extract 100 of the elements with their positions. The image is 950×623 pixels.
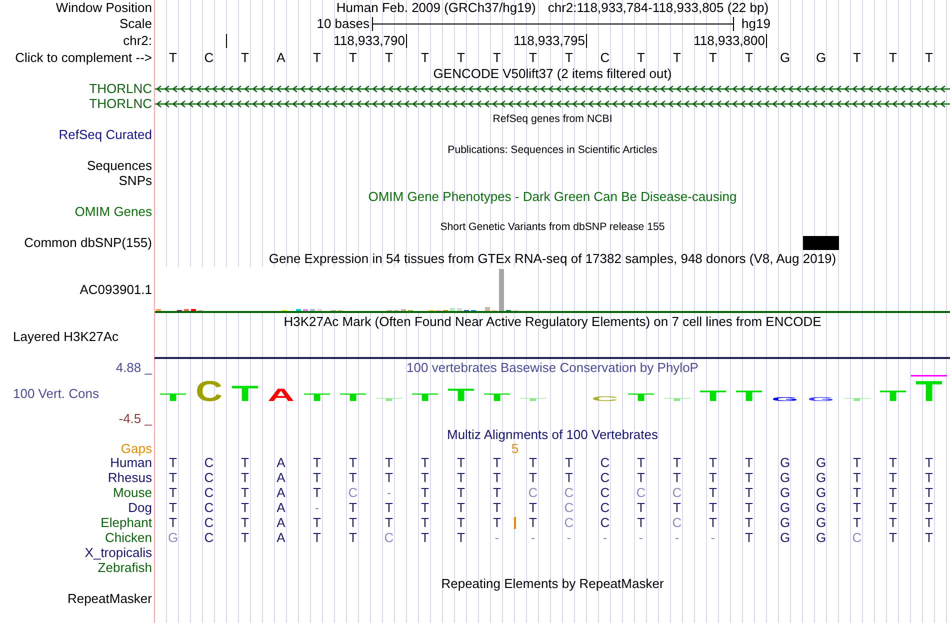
logo-letter: C xyxy=(196,376,228,408)
base-letter: T xyxy=(421,50,429,64)
base-letter: T xyxy=(745,531,753,544)
base-letter: T xyxy=(169,471,177,484)
base-letter: C xyxy=(600,456,610,469)
base-letter: T xyxy=(493,471,501,484)
base-letter: C xyxy=(600,471,610,484)
track-label[interactable]: RepeatMasker xyxy=(67,592,152,605)
assembly-title: Human Feb. 2009 (GRCh37/hg19) xyxy=(336,1,536,14)
complement-link[interactable]: Click to complement --> xyxy=(15,50,152,64)
base-letter: A xyxy=(276,471,286,484)
base-letter: T xyxy=(925,501,933,514)
base-letter: G xyxy=(816,471,826,484)
base-letter: A xyxy=(276,50,286,64)
base-letter: C xyxy=(600,486,610,499)
base-letter: T xyxy=(925,471,933,484)
track-label[interactable]: OMIM Genes xyxy=(74,205,152,218)
row-label: chr2: xyxy=(123,34,152,47)
track-label[interactable]: Rhesus xyxy=(108,471,152,484)
base-letter: T xyxy=(853,471,861,484)
base-letter: T xyxy=(673,50,681,64)
track-title[interactable]: H3K27Ac Mark (Often Found Near Active Regulatory Elements) on 7 cell lines from ENCODE xyxy=(284,314,822,328)
variant-block[interactable] xyxy=(803,236,839,250)
track-label[interactable]: Sequences xyxy=(86,159,152,172)
base-letter: T xyxy=(313,50,321,64)
base-letter: T xyxy=(457,501,465,514)
base-letter: C xyxy=(672,516,682,529)
base-letter: T xyxy=(673,501,681,514)
expression-bar[interactable] xyxy=(457,308,462,311)
track-title[interactable]: RefSeq genes from NCBI xyxy=(492,114,612,124)
track-label[interactable]: Common dbSNP(155) xyxy=(24,236,152,249)
expression-bar[interactable] xyxy=(450,308,455,311)
base-letter: T xyxy=(925,50,933,64)
track-label[interactable]: Dog xyxy=(128,501,152,514)
track-label[interactable]: Chicken xyxy=(105,531,152,544)
track-label[interactable]: THORLNC xyxy=(89,82,152,95)
gene-line[interactable] xyxy=(155,100,950,108)
track-title[interactable]: GENCODE V50lift37 (2 items filtered out) xyxy=(433,66,672,80)
scale-min-label: -4.5 _ xyxy=(118,412,152,425)
base-letter: T xyxy=(529,501,537,514)
track-label[interactable]: Human xyxy=(110,456,152,469)
track-label[interactable]: X_tropicalis xyxy=(84,546,152,559)
track-label[interactable]: SNPs xyxy=(118,174,152,187)
track-label[interactable]: RefSeq Curated xyxy=(58,128,152,141)
base-letter: T xyxy=(349,501,357,514)
base-letter: T xyxy=(385,50,393,64)
track-label[interactable]: Layered H3K27Ac xyxy=(13,330,119,343)
base-letter: T xyxy=(745,50,753,64)
base-letter: T xyxy=(925,531,933,544)
base-letter: C xyxy=(636,486,646,499)
base-letter: - xyxy=(530,531,536,544)
base-letter: T xyxy=(457,516,465,529)
track-title[interactable]: Repeating Elements by RepeatMasker xyxy=(441,576,664,590)
scale-length: 10 bases xyxy=(316,17,370,30)
logo-letter: T xyxy=(736,388,763,405)
base-letter: T xyxy=(925,456,933,469)
expression-bar[interactable] xyxy=(485,307,490,311)
logo-letter: T xyxy=(628,390,655,404)
base-letter: T xyxy=(529,456,537,469)
base-letter: G xyxy=(816,486,826,499)
track-title[interactable]: 100 vertebrates Basewise Conservation by PhyloP xyxy=(406,360,698,374)
base-letter: C xyxy=(348,486,358,499)
track-title[interactable]: Multiz Alignments of 100 Vertebrates xyxy=(446,428,658,440)
scale-max-label: 4.88 _ xyxy=(116,360,152,374)
base-letter: - xyxy=(566,531,572,544)
track-title[interactable]: OMIM Gene Phenotypes - Dark Green Can Be Disease-causing xyxy=(368,190,737,202)
base-letter: T xyxy=(889,516,897,529)
track-label[interactable]: THORLNC xyxy=(89,97,152,110)
track-label[interactable]: 100 Vert. Cons xyxy=(13,386,99,400)
base-letter: - xyxy=(314,501,320,514)
logo-letter: T xyxy=(916,376,943,408)
base-letter: T xyxy=(529,471,537,484)
track-title[interactable]: Publications: Sequences in Scientific Articles xyxy=(448,144,658,156)
base-letter: A xyxy=(276,456,286,469)
base-letter: T xyxy=(241,471,249,484)
coordinate-label: 118,933,800 xyxy=(694,34,765,47)
track-title[interactable]: Short Genetic Variants from dbSNP release 155 xyxy=(440,222,665,232)
base-letter: G xyxy=(780,486,790,499)
expression-bar[interactable] xyxy=(499,269,504,311)
track-label[interactable]: Mouse xyxy=(112,486,152,499)
base-letter: T xyxy=(385,501,393,514)
base-letter: T xyxy=(565,50,573,64)
base-letter: T xyxy=(457,471,465,484)
row-label: Window Position xyxy=(56,1,152,14)
track-label[interactable]: Elephant xyxy=(100,516,152,529)
base-letter: T xyxy=(709,486,717,499)
track-title[interactable]: Gene Expression in 54 tissues from GTEx RNA-seq of 17382 samples, 948 donors (V8, Aug 2019) xyxy=(268,252,836,264)
base-letter: T xyxy=(457,531,465,544)
logo-letter: T xyxy=(160,390,187,404)
base-letter: T xyxy=(709,471,717,484)
base-letter: T xyxy=(745,516,753,529)
track-label[interactable]: AC093901.1 xyxy=(80,283,152,296)
base-letter: C xyxy=(204,501,214,514)
gene-line[interactable] xyxy=(155,84,950,92)
base-letter: T xyxy=(169,456,177,469)
base-letter: T xyxy=(493,501,501,514)
base-letter: T xyxy=(745,456,753,469)
base-letter: T xyxy=(529,50,537,64)
track-label[interactable]: Zebrafish xyxy=(98,561,152,574)
base-letter: T xyxy=(493,516,501,529)
